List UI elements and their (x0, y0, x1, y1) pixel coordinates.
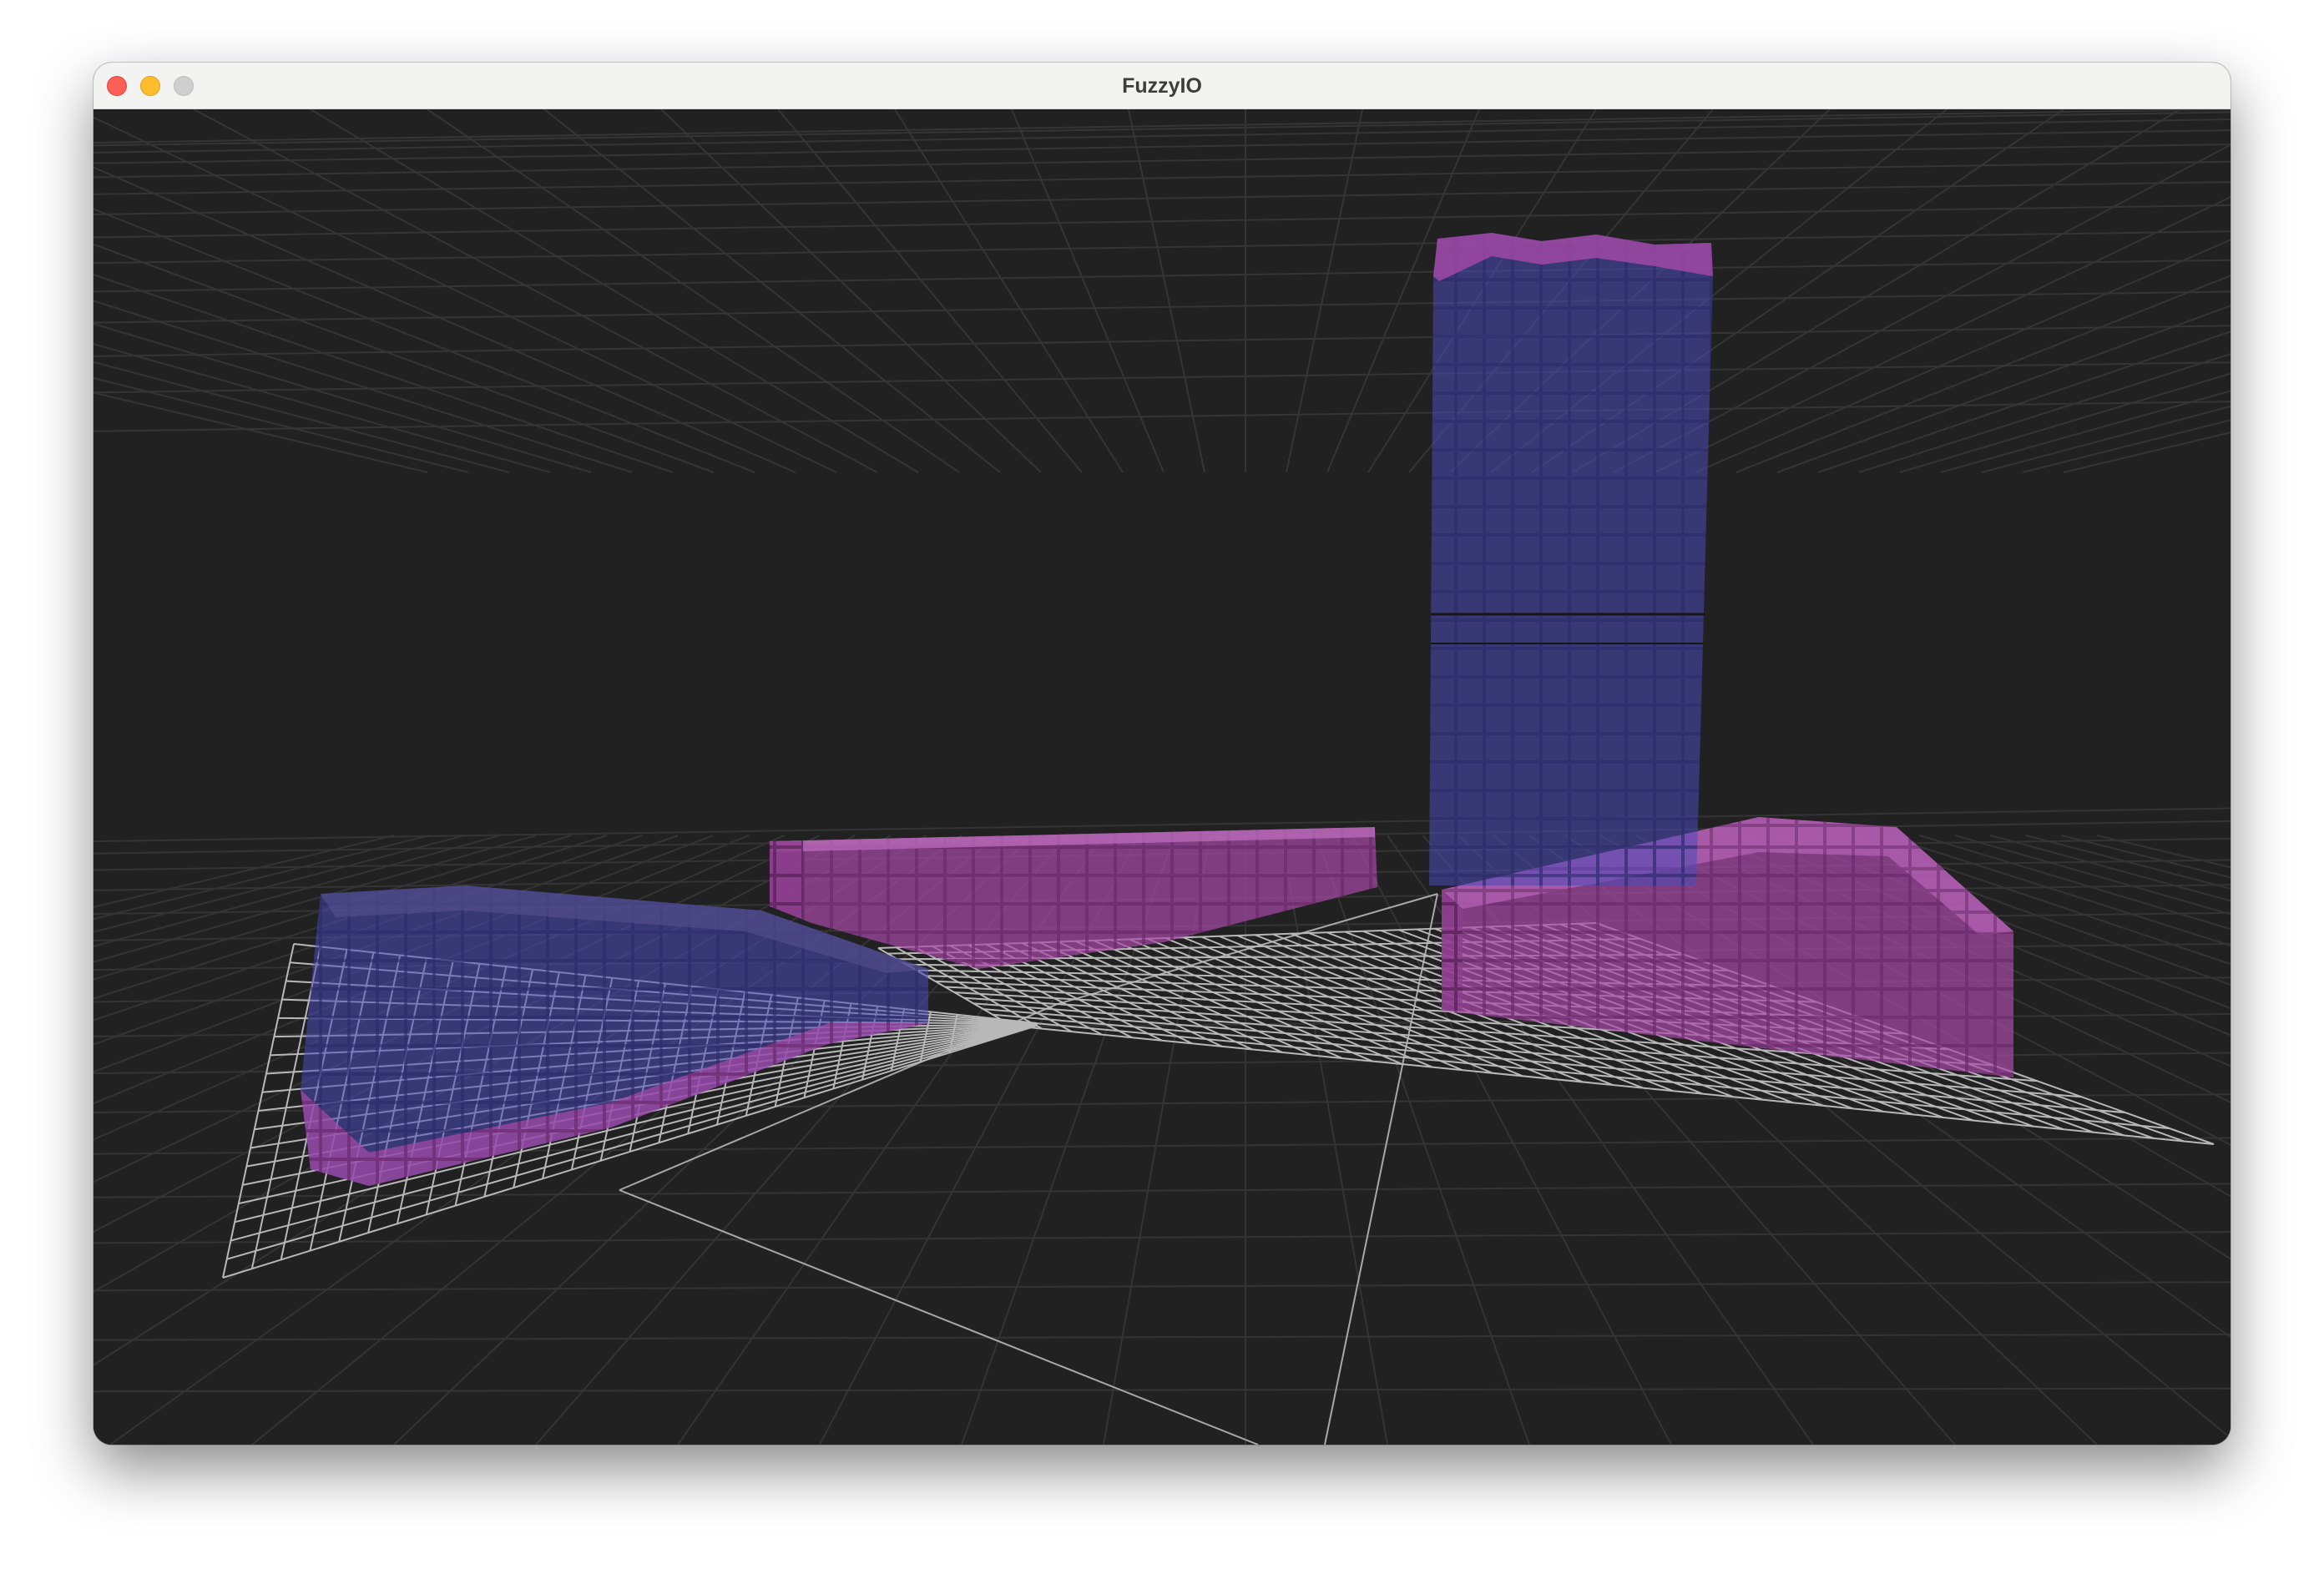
app-window: FuzzyIO (93, 63, 2231, 1445)
voxel-tower (1429, 233, 1713, 885)
window-title: FuzzyIO (1122, 74, 1202, 98)
viewport-background (93, 109, 2231, 1445)
title-bar[interactable]: FuzzyIO (93, 63, 2231, 109)
3d-viewport[interactable] (93, 109, 2231, 1445)
scene-canvas[interactable] (93, 109, 2231, 1445)
